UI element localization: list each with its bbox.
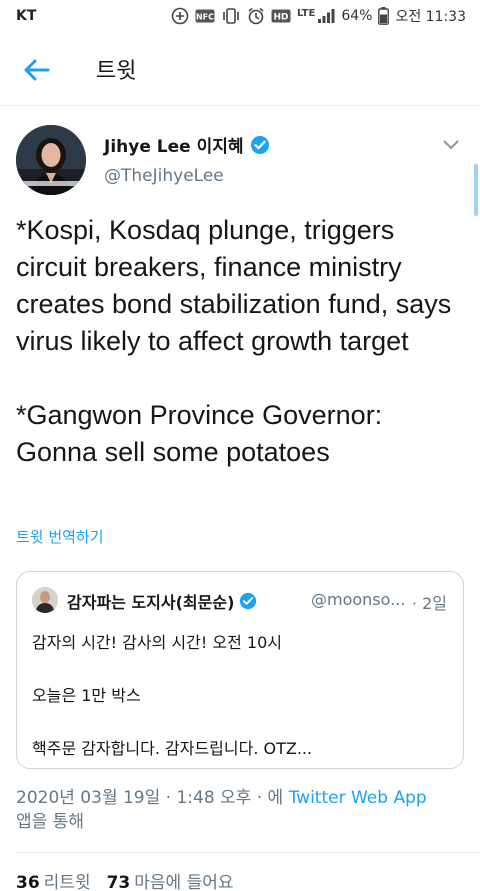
clock: 오전 11:33 <box>395 9 466 25</box>
tweet-text-paragraph-1: *Kospi, Kosdaq plunge, triggers circuit … <box>16 215 452 356</box>
page-title: 트윗 <box>96 59 137 84</box>
quoted-tweet-card[interactable]: 감자파는 도지사(최문순) @moonso... · 2일 감자의 시간! 감사… <box>16 571 464 769</box>
verified-badge-icon <box>239 592 257 610</box>
svg-text:HD: HD <box>273 13 288 23</box>
chevron-down-icon <box>443 140 459 150</box>
top-navigation-bar: 트윗 <box>0 34 480 106</box>
arrow-left-icon <box>24 59 50 81</box>
author-name[interactable]: Jihye Lee 이지혜 <box>104 132 244 157</box>
quote-text-line: 감자의 시간! 감사의 시간! 오전 10시 <box>32 633 282 652</box>
alarm-icon <box>247 7 265 25</box>
quote-author-avatar <box>32 587 58 613</box>
translate-tweet-link[interactable]: 트윗 번역하기 <box>16 526 104 547</box>
status-bar: KT NFC HD LTE 64% 오전 11:33 <box>0 0 480 34</box>
scrollbar-thumb[interactable] <box>474 164 478 216</box>
author-handle[interactable]: @TheJihyeLee <box>104 166 224 186</box>
svg-text:NFC: NFC <box>196 13 214 22</box>
tweet-text-paragraph-2: *Gangwon Province Governor: Gonna sell s… <box>16 400 383 467</box>
add-circle-icon <box>171 7 189 25</box>
retweets-stat[interactable]: 36 리트윗 <box>16 868 91 891</box>
quote-author-handle: @moonso... <box>311 590 406 609</box>
tweet-stats: 36 리트윗 73 마음에 들어요 <box>16 868 234 891</box>
quote-timestamp: · 2일 <box>411 594 447 613</box>
quote-text-line: 핵주문 감자합니다. 감자드립니다. OTZ... <box>32 739 313 758</box>
battery-percent: 64% <box>341 8 373 24</box>
retweets-count: 36 <box>16 873 40 891</box>
source-suffix: 앱을 통해 <box>16 812 84 832</box>
likes-stat[interactable]: 73 마음에 들어요 <box>107 868 234 891</box>
retweets-label: 리트윗 <box>43 873 91 891</box>
tweet-body: *Kospi, Kosdaq plunge, triggers circuit … <box>16 212 464 471</box>
nfc-icon: NFC <box>195 9 215 23</box>
verified-badge-icon <box>250 135 270 155</box>
author-name-row: Jihye Lee 이지혜 <box>104 132 270 157</box>
quote-author-name: 감자파는 도지사(최문순) <box>67 593 235 612</box>
vibrate-icon <box>221 8 241 24</box>
battery-icon <box>378 7 390 25</box>
tweet-timestamp: 2020년 03월 19일 · 1:48 오후 · 에 <box>16 788 284 808</box>
tweet-metadata: 2020년 03월 19일 · 1:48 오후 · 에 Twitter Web … <box>16 786 466 834</box>
likes-label: 마음에 들어요 <box>134 873 234 891</box>
status-icons: NFC HD LTE 64% 오전 11:33 <box>171 6 466 26</box>
source-app-link[interactable]: Twitter Web App <box>289 788 427 808</box>
likes-count: 73 <box>106 873 131 891</box>
hd-icon: HD <box>271 9 291 23</box>
back-button[interactable] <box>22 56 52 84</box>
author-avatar[interactable] <box>16 125 86 195</box>
carrier-label: KT <box>16 8 37 24</box>
tweet-author: Jihye Lee 이지혜 @TheJihyeLee <box>16 122 464 202</box>
quote-author-name-row: 감자파는 도지사(최문순) <box>67 589 257 613</box>
more-options-button[interactable] <box>442 136 460 150</box>
lte-label: LTE <box>296 7 316 19</box>
divider <box>16 852 480 853</box>
quote-text-line: 오늘은 1만 박스 <box>32 686 141 705</box>
lte-signal-icon: LTE <box>297 8 335 24</box>
